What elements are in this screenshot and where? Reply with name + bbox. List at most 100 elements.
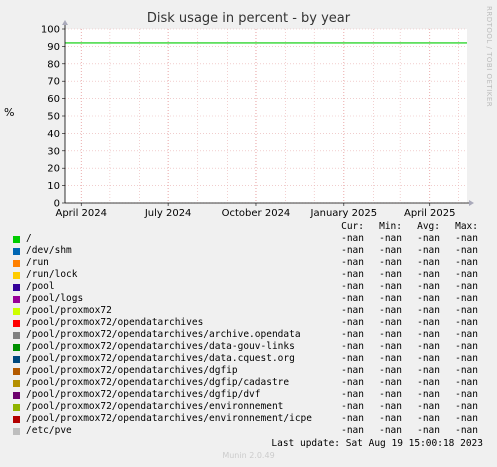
legend-label: /pool [26, 281, 55, 292]
legend-value-min: -nan [379, 341, 402, 352]
last-update: Last update: Sat Aug 19 15:00:18 2023 [271, 438, 483, 449]
legend-value-avg: -nan [417, 425, 440, 436]
legend-value-avg: -nan [417, 293, 440, 304]
legend-swatch [13, 356, 20, 363]
legend-row: /pool/proxmox72 -nan -nan -nan -nan [0, 305, 497, 317]
legend-swatch [13, 284, 20, 291]
legend-value-min: -nan [379, 401, 402, 412]
legend-value-min: -nan [379, 413, 402, 424]
legend-value-min: -nan [379, 269, 402, 280]
legend-value-cur: -nan [341, 425, 364, 436]
y-tick-label: 100 [41, 25, 60, 36]
legend-value-cur: -nan [341, 377, 364, 388]
legend-header-cur: Cur: [341, 221, 364, 232]
legend-swatch [13, 296, 20, 303]
legend-value-cur: -nan [341, 401, 364, 412]
legend-value-min: -nan [379, 245, 402, 256]
legend-value-min: -nan [379, 329, 402, 340]
legend-row: /run -nan -nan -nan -nan [0, 257, 497, 269]
legend-value-max: -nan [455, 329, 478, 340]
legend-value-avg: -nan [417, 245, 440, 256]
legend-value-cur: -nan [341, 305, 364, 316]
y-tick-label: 20 [47, 164, 60, 175]
legend-value-max: -nan [455, 233, 478, 244]
legend-row: /pool/proxmox72/opendatarchives/environn… [0, 401, 497, 413]
legend-value-min: -nan [379, 425, 402, 436]
legend-value-max: -nan [455, 353, 478, 364]
legend-header-avg: Avg: [417, 221, 440, 232]
legend-row: /pool/logs -nan -nan -nan -nan [0, 293, 497, 305]
legend-row: /run/lock -nan -nan -nan -nan [0, 269, 497, 281]
legend-value-cur: -nan [341, 245, 364, 256]
legend-value-avg: -nan [417, 329, 440, 340]
legend-value-cur: -nan [341, 413, 364, 424]
legend-label: /run [26, 257, 49, 268]
x-axis-arrow-icon [469, 200, 474, 206]
y-tick-label: 50 [47, 112, 60, 123]
legend-value-avg: -nan [417, 413, 440, 424]
legend-value-cur: -nan [341, 329, 364, 340]
legend-value-cur: -nan [341, 233, 364, 244]
legend-label: /etc/pve [26, 425, 72, 436]
munin-version: Munin 2.0.49 [222, 451, 275, 460]
legend-value-avg: -nan [417, 377, 440, 388]
x-tick-label: October 2024 [222, 208, 291, 219]
legend-value-cur: -nan [341, 281, 364, 292]
legend-row: /pool/proxmox72/opendatarchives/archive.… [0, 329, 497, 341]
legend-value-avg: -nan [417, 401, 440, 412]
legend-swatch [13, 260, 20, 267]
legend-label: /pool/proxmox72/opendatarchives/dgfip/dv… [26, 389, 261, 400]
legend-value-avg: -nan [417, 353, 440, 364]
legend-swatch [13, 332, 20, 339]
legend-value-avg: -nan [417, 233, 440, 244]
y-axis-arrow-icon [62, 20, 68, 25]
legend-value-max: -nan [455, 413, 478, 424]
legend-row: /pool/proxmox72/opendatarchives -nan -nan -… [0, 317, 497, 329]
legend-label: /pool/proxmox72/opendatarchives [26, 317, 204, 328]
legend-value-avg: -nan [417, 257, 440, 268]
legend-row: /pool/proxmox72/opendatarchives/dgfip/dv… [0, 389, 497, 401]
legend-swatch [13, 272, 20, 279]
legend-value-max: -nan [455, 377, 478, 388]
legend-value-cur: -nan [341, 365, 364, 376]
legend-row: /pool/proxmox72/opendatarchives/dgfip/ca… [0, 377, 497, 389]
legend-header-max: Max: [455, 221, 478, 232]
legend-label: /pool/proxmox72/opendatarchives/environn… [26, 413, 312, 424]
legend-value-max: -nan [455, 425, 478, 436]
legend-value-cur: -nan [341, 293, 364, 304]
legend-swatch [13, 380, 20, 387]
legend-value-cur: -nan [341, 317, 364, 328]
legend-row: /pool -nan -nan -nan -nan [0, 281, 497, 293]
legend-swatch [13, 416, 20, 423]
legend-value-max: -nan [455, 269, 478, 280]
legend-value-max: -nan [455, 293, 478, 304]
legend-value-min: -nan [379, 257, 402, 268]
legend-value-max: -nan [455, 401, 478, 412]
legend-swatch [13, 308, 20, 315]
legend-label: /dev/shm [26, 245, 72, 256]
legend-value-cur: -nan [341, 257, 364, 268]
legend-value-min: -nan [379, 365, 402, 376]
legend-row: /etc/pve -nan -nan -nan -nan [0, 425, 497, 437]
legend-swatch [13, 236, 20, 243]
legend-swatch [13, 368, 20, 375]
legend-label: /run/lock [26, 269, 78, 280]
legend-row: /pool/proxmox72/opendatarchives/data.cqu… [0, 353, 497, 365]
legend-value-avg: -nan [417, 365, 440, 376]
legend-swatch [13, 320, 20, 327]
legend-value-min: -nan [379, 353, 402, 364]
legend-value-max: -nan [455, 257, 478, 268]
legend-value-min: -nan [379, 305, 402, 316]
legend-swatch [13, 248, 20, 255]
legend-row: /pool/proxmox72/opendatarchives/dgfip -na… [0, 365, 497, 377]
legend-swatch [13, 428, 20, 435]
legend-value-max: -nan [455, 305, 478, 316]
legend-header-min: Min: [379, 221, 402, 232]
legend-swatch [13, 344, 20, 351]
legend-value-cur: -nan [341, 389, 364, 400]
legend-value-max: -nan [455, 245, 478, 256]
legend-swatch [13, 404, 20, 411]
y-tick-label: 80 [47, 59, 60, 70]
legend-label: /pool/proxmox72/opendatarchives/environn… [26, 401, 284, 412]
x-tick-label: January 2025 [310, 208, 378, 219]
